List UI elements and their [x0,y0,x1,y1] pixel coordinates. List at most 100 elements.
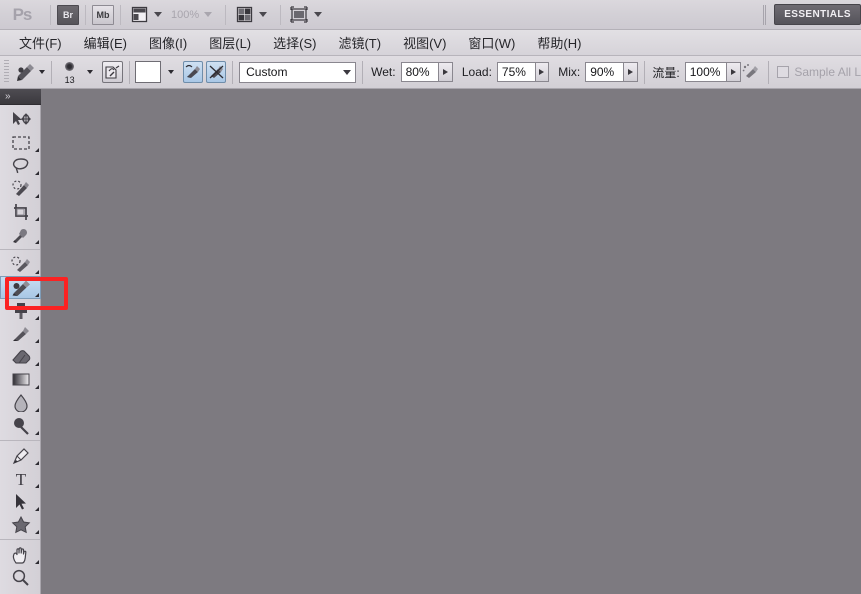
eyedropper-tool[interactable] [0,223,41,246]
flow-slider-button[interactable] [726,62,741,82]
flyout-triangle-icon [35,480,39,488]
spot-healing-brush-tool[interactable] [0,253,41,276]
screen-mode-icon[interactable] [287,4,311,26]
flow-label: 流量: [652,65,680,80]
load-brush-after-stroke-icon[interactable] [182,61,204,83]
flyout-triangle-icon [35,358,39,366]
crop-tool[interactable] [0,200,41,223]
clone-stamp-tool[interactable] [0,299,41,322]
airbrush-icon[interactable] [741,61,763,83]
tool-group-vector: T [0,440,40,539]
photoshop-window: Ps Br Mb 100% ESSENTIALS 文件(F) 编辑(E) 图像(… [0,0,861,594]
active-tool-icon[interactable] [14,60,39,84]
options-divider-3 [232,60,234,84]
menu-layer[interactable]: 图层(L) [198,30,262,55]
flyout-triangle-icon [35,190,39,198]
view-extras-icon[interactable] [127,4,151,26]
workspace-essentials-button[interactable]: ESSENTIALS [774,4,861,25]
quick-selection-tool[interactable] [0,177,41,200]
history-brush-tool[interactable] [0,322,41,345]
workspace-grip[interactable] [763,4,767,25]
load-slider-button[interactable] [535,62,550,82]
brush-blend-preset-select[interactable]: Custom [239,61,357,83]
flyout-triangle-icon [35,213,39,221]
eraser-tool[interactable] [0,345,41,368]
custom-shape-tool[interactable] [0,513,41,536]
zoom-level-value: 100% [171,8,200,21]
zoom-level-chevron-down-icon [204,12,213,17]
sample-all-layers-label: Sample All L [794,65,861,79]
launch-mini-bridge-button[interactable]: Mb [92,4,114,25]
active-tool-chevron-down-icon[interactable] [38,70,45,74]
brush-preset-chevron-down-icon[interactable] [87,70,94,74]
menu-image[interactable]: 图像(I) [138,30,198,55]
sample-all-layers-checkbox[interactable] [777,66,790,78]
tools-panel: » T [0,89,41,594]
blur-tool[interactable] [0,391,41,414]
flyout-triangle-icon [35,236,39,244]
wet-input[interactable]: 80% [400,62,440,82]
menu-filter[interactable]: 滤镜(T) [327,30,392,55]
horizontal-type-tool[interactable]: T [0,467,41,490]
flyout-triangle-icon [35,503,39,511]
menu-select[interactable]: 选择(S) [262,30,327,55]
menu-window[interactable]: 窗口(W) [457,30,526,55]
launch-bridge-button[interactable]: Br [57,4,79,25]
hand-tool[interactable] [0,543,41,566]
appbar-divider-2 [85,4,86,25]
canvas-area[interactable] [41,89,861,594]
brush-load-well-icon[interactable] [102,61,123,83]
options-bar-grip[interactable] [4,60,9,84]
tool-group-retouch-paint [0,249,41,440]
view-extras-chevron-down-icon[interactable] [154,12,162,17]
load-input[interactable]: 75% [496,62,536,82]
brush-blend-preset-value: Custom [246,65,288,79]
screen-mode-chevron-down-icon[interactable] [314,12,323,17]
menu-file[interactable]: 文件(F) [8,30,73,55]
lasso-tool[interactable] [0,154,41,177]
mix-slider-arrow-icon [627,69,633,75]
tools-panel-collapse-button[interactable]: » [0,89,41,105]
options-divider-1 [50,60,52,84]
flyout-triangle-icon [35,526,39,534]
flyout-triangle-icon [35,335,39,343]
menu-view[interactable]: 视图(V) [392,30,457,55]
path-selection-tool[interactable] [0,490,41,513]
flyout-triangle-icon [35,457,39,465]
tool-group-navigation [0,539,40,592]
sample-all-layers-option[interactable]: Sample All L [777,65,861,79]
application-bar: Ps Br Mb 100% ESSENTIALS [0,0,861,30]
mix-input[interactable]: 90% [585,62,624,82]
wet-slider-button[interactable] [439,62,453,82]
brush-size-value: 13 [64,75,75,85]
menu-edit[interactable]: 编辑(E) [73,30,138,55]
flyout-triangle-icon [35,312,39,320]
clean-brush-after-stroke-icon[interactable] [206,61,227,83]
rectangular-marquee-tool[interactable] [0,131,41,154]
brush-color-swatch[interactable] [135,61,161,83]
photoshop-logo: Ps [12,4,33,24]
brush-color-chevron-down-icon[interactable] [167,70,174,74]
dodge-tool[interactable] [0,414,41,437]
wet-slider-arrow-icon [443,69,449,75]
arrange-documents-icon[interactable] [232,4,256,26]
mix-slider-button[interactable] [623,62,638,82]
move-tool[interactable] [0,108,41,131]
options-divider-2 [128,60,130,84]
flyout-triangle-icon [35,289,39,297]
zoom-tool[interactable] [0,566,41,589]
appbar-divider-5 [280,4,282,25]
brush-preset-preview[interactable]: 13 [58,59,82,85]
flyout-triangle-icon [35,381,39,389]
arrange-documents-chevron-down-icon[interactable] [259,12,268,17]
mixer-brush-tool[interactable] [0,276,41,299]
brush-tip-icon [65,62,75,71]
appbar-divider-4 [225,4,227,25]
flyout-triangle-icon [35,427,39,435]
menu-help[interactable]: 帮助(H) [526,30,592,55]
mix-label: Mix: [558,65,581,79]
flyout-triangle-icon [35,556,39,564]
gradient-tool[interactable] [0,368,41,391]
flow-input[interactable]: 100% [684,62,727,82]
pen-tool[interactable] [0,444,41,467]
